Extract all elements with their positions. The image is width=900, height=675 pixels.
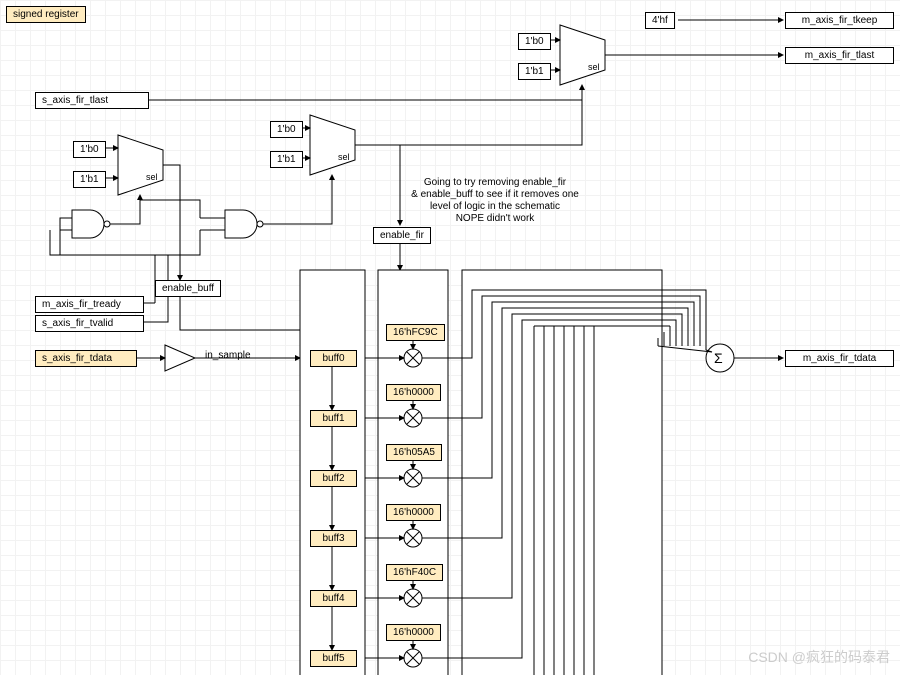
buff3: buff3	[310, 530, 357, 547]
mux-left: sel	[118, 135, 163, 195]
svg-text:Σ: Σ	[714, 350, 723, 366]
annotation-note: Going to try removing enable_fir & enabl…	[395, 177, 595, 225]
sig-s-axis-fir-tdata: s_axis_fir_tdata	[35, 350, 137, 367]
buff1: buff1	[310, 410, 357, 427]
triangle-buffer	[165, 345, 195, 371]
sig-m-axis-fir-tkeep: m_axis_fir_tkeep	[785, 12, 894, 29]
title-box: signed register	[6, 6, 86, 23]
sig-m-axis-fir-tdata: m_axis_fir_tdata	[785, 350, 894, 367]
coeff2: 16'h05A5	[386, 444, 442, 461]
sig-s-axis-fir-tlast: s_axis_fir_tlast	[35, 92, 149, 109]
sig-m-axis-fir-tlast: m_axis_fir_tlast	[785, 47, 894, 64]
buff5: buff5	[310, 650, 357, 667]
coeff1: 16'h0000	[386, 384, 441, 401]
mux-mid: sel	[310, 115, 355, 175]
const-b0-b: 1'b0	[270, 121, 303, 138]
sig-m-axis-fir-tready: m_axis_fir_tready	[35, 296, 144, 313]
buff4: buff4	[310, 590, 357, 607]
const-4hf: 4'hf	[645, 12, 675, 29]
sig-s-axis-fir-tvalid: s_axis_fir_tvalid	[35, 315, 144, 332]
watermark: CSDN @疯狂的码泰君	[748, 647, 890, 667]
and-gate-left	[72, 210, 110, 238]
svg-text:sel: sel	[338, 152, 350, 162]
diagram-canvas: sel sel sel	[0, 0, 900, 675]
and-gate-right	[225, 210, 263, 238]
coeff3: 16'h0000	[386, 504, 441, 521]
label-enable-fir: enable_fir	[373, 227, 431, 244]
coeff0: 16'hFC9C	[386, 324, 445, 341]
coeff4: 16'hF40C	[386, 564, 443, 581]
const-b0-a: 1'b0	[73, 141, 106, 158]
label-enable-buff: enable_buff	[155, 280, 221, 297]
label-in-sample: in_sample	[205, 350, 251, 361]
buff0: buff0	[310, 350, 357, 367]
coeff5: 16'h0000	[386, 624, 441, 641]
svg-text:sel: sel	[146, 172, 158, 182]
buff2: buff2	[310, 470, 357, 487]
const-b0-c: 1'b0	[518, 33, 551, 50]
const-b1-a: 1'b1	[73, 171, 106, 188]
const-b1-c: 1'b1	[518, 63, 551, 80]
svg-text:sel: sel	[588, 62, 600, 72]
const-b1-b: 1'b1	[270, 151, 303, 168]
mux-top-right: sel	[560, 25, 605, 85]
